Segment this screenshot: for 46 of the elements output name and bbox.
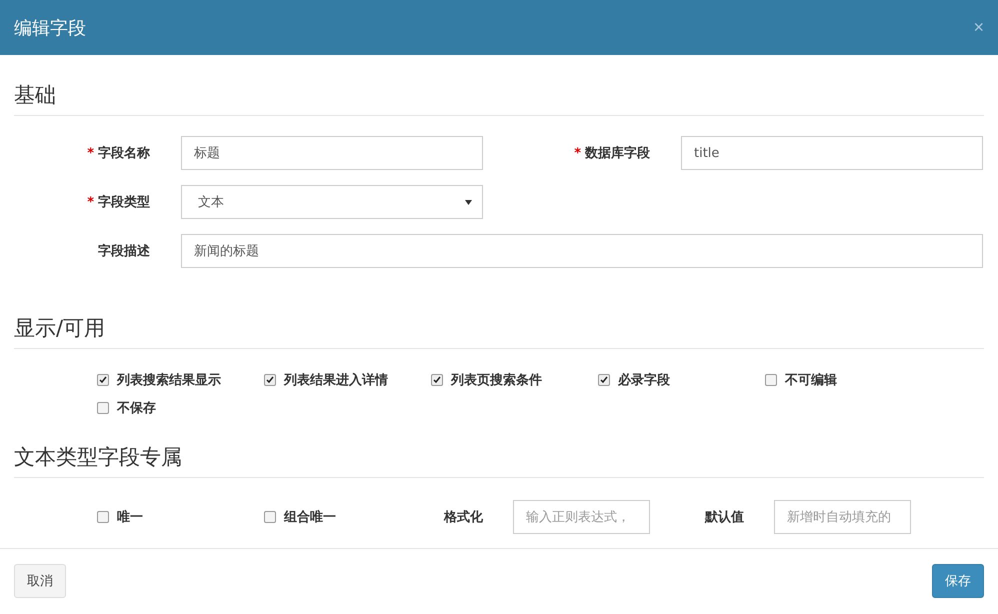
- text-field[interactable]: 输入正则表达式，: [513, 500, 650, 534]
- checkbox-box[interactable]: [598, 374, 610, 386]
- checkbox-label: 列表结果进入详情: [284, 372, 388, 389]
- checkbox-label: 不可编辑: [785, 372, 837, 389]
- checkbox[interactable]: 不保存: [97, 399, 264, 417]
- field-label: 数据库字段: [585, 146, 650, 161]
- required-mark: *: [87, 195, 94, 210]
- text-field[interactable]: 新增时自动填充的: [774, 500, 911, 534]
- dialog-title: 编辑字段: [14, 16, 86, 40]
- checkbox-label: 列表页搜索条件: [451, 372, 542, 389]
- section-title: 文本类型字段专属: [14, 417, 984, 478]
- checkbox-label: 必录字段: [618, 372, 670, 389]
- save-button[interactable]: 保存: [932, 564, 984, 598]
- checkbox-box[interactable]: [264, 374, 276, 386]
- checkbox-label: 唯一: [117, 508, 143, 526]
- checkbox-box[interactable]: [97, 374, 109, 386]
- checkbox-box[interactable]: [97, 511, 109, 523]
- required-mark: *: [574, 146, 581, 161]
- checkbox[interactable]: 唯一: [97, 508, 264, 526]
- checkbox[interactable]: 列表结果进入详情: [264, 371, 431, 389]
- field-label: 字段类型: [98, 195, 150, 210]
- text-field[interactable]: 新闻的标题: [181, 234, 983, 268]
- checkbox[interactable]: 组合唯一: [264, 508, 431, 526]
- section-title: 显示/可用: [14, 288, 984, 349]
- checkbox-box[interactable]: [97, 402, 109, 414]
- checkbox-label: 组合唯一: [284, 508, 336, 526]
- checkbox-box[interactable]: [264, 511, 276, 523]
- section-title: 基础: [14, 55, 984, 116]
- field-label: 默认值: [704, 509, 744, 526]
- checkbox-box[interactable]: [765, 374, 777, 386]
- cancel-button[interactable]: 取消: [14, 564, 66, 598]
- checkbox[interactable]: 必录字段: [598, 371, 765, 389]
- required-mark: *: [87, 146, 94, 161]
- checkbox-label: 列表搜索结果显示: [117, 372, 221, 389]
- text-field[interactable]: title: [681, 136, 983, 170]
- checkbox-box[interactable]: [431, 374, 443, 386]
- checkbox[interactable]: 列表页搜索条件: [431, 371, 598, 389]
- checkbox[interactable]: 列表搜索结果显示: [97, 371, 264, 389]
- caret-icon: [465, 200, 472, 204]
- field-label: 字段描述: [98, 244, 150, 259]
- field-label: 格式化: [442, 509, 483, 526]
- select-field[interactable]: 文本: [181, 185, 483, 219]
- text-field[interactable]: 标题: [181, 136, 483, 170]
- field-label: 字段名称: [98, 146, 150, 161]
- checkbox-label: 不保存: [117, 400, 156, 417]
- checkbox[interactable]: 不可编辑: [765, 371, 932, 389]
